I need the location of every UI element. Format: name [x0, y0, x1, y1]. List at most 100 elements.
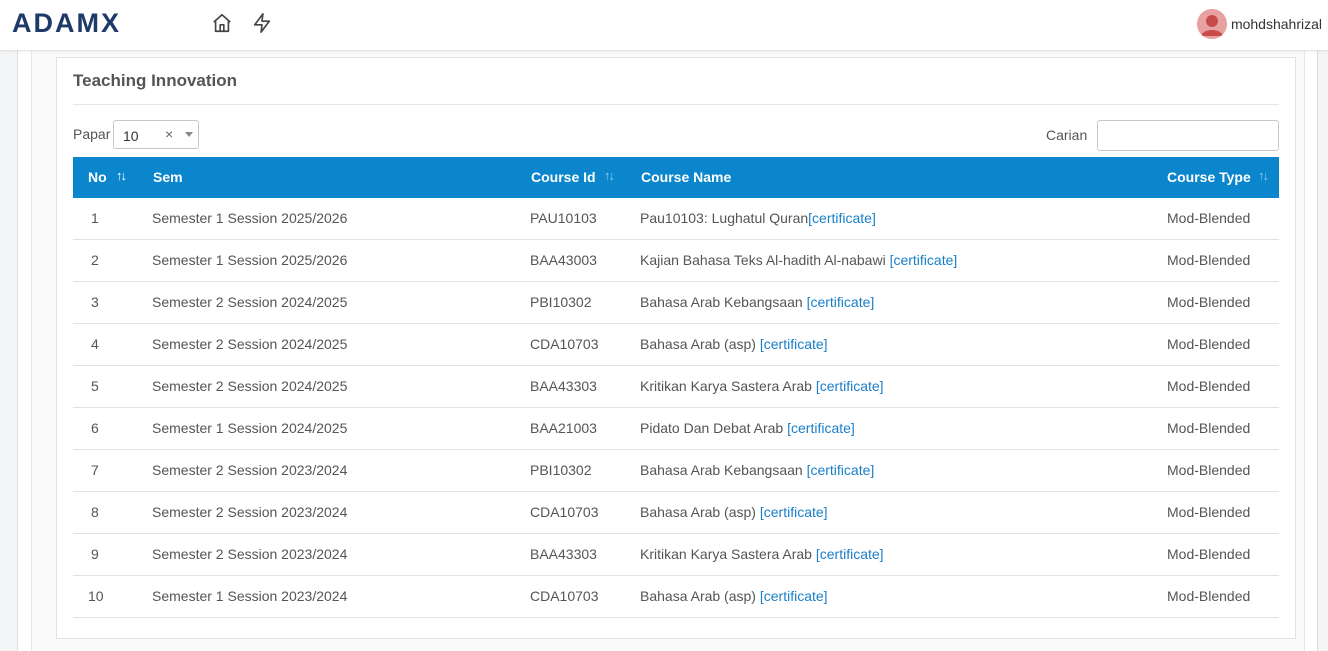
certificate-link[interactable]: [certificate]: [808, 210, 876, 226]
username: mohdshahrizal: [1230, 16, 1322, 32]
certificate-link[interactable]: [certificate]: [787, 420, 855, 436]
certificate-link[interactable]: [certificate]: [890, 252, 958, 268]
papar-label: Papar: [73, 126, 111, 142]
clear-icon[interactable]: ×: [165, 126, 173, 142]
cell-course-id: BAA43303: [515, 533, 625, 576]
cell-text: Semester 1 Session 2025/2026: [152, 210, 348, 226]
cell-course-id: CDA10703: [515, 323, 625, 366]
cell-text: Bahasa Arab (asp): [640, 588, 760, 604]
cell-text: Mod-Blended: [1167, 462, 1251, 478]
cell-text: PBI10302: [530, 462, 592, 478]
cell-text: Mod-Blended: [1167, 378, 1251, 394]
cell-course-name: Kritikan Karya Sastera Arab [certificate…: [625, 365, 1151, 408]
home-icon[interactable]: [211, 12, 233, 34]
cell-course-type: Mod-Blended: [1151, 533, 1279, 576]
cell-course-type: Mod-Blended: [1151, 239, 1279, 282]
cell-text: Semester 1 Session 2024/2025: [152, 420, 348, 436]
page-length-select[interactable]: 10 ×: [113, 120, 199, 149]
cell-course-id: BAA43003: [515, 239, 625, 282]
user-menu[interactable]: mohdshahrizal: [1196, 8, 1322, 40]
cell-text: 8: [91, 504, 99, 520]
cell-text: Semester 2 Session 2024/2025: [152, 336, 348, 352]
lightning-icon[interactable]: [251, 12, 273, 34]
cell-course-type: Mod-Blended: [1151, 323, 1279, 366]
cell-text: CDA10703: [530, 504, 599, 520]
col-header-course-type[interactable]: Course Type ↑↓: [1151, 157, 1279, 198]
cell-text: 10: [88, 588, 104, 604]
cell-text: Mod-Blended: [1167, 294, 1251, 310]
cell-course-name: Bahasa Arab (asp) [certificate]: [625, 575, 1151, 618]
cell-text: 6: [91, 420, 99, 436]
cell-text: Mod-Blended: [1167, 546, 1251, 562]
cell-course-name: Pau10103: Lughatul Quran[certificate]: [625, 198, 1151, 240]
cell-text: 3: [91, 294, 99, 310]
user-avatar-icon: [1196, 9, 1227, 39]
cell-course-id: PBI10302: [515, 281, 625, 324]
cell-text: 9: [91, 546, 99, 562]
cell-course-name: Kritikan Karya Sastera Arab [certificate…: [625, 533, 1151, 576]
cell-no: 8: [73, 491, 137, 534]
cell-course-type: Mod-Blended: [1151, 365, 1279, 408]
cell-course-type: Mod-Blended: [1151, 407, 1279, 450]
cell-course-type: Mod-Blended: [1151, 449, 1279, 492]
cell-sem: Semester 2 Session 2024/2025: [137, 365, 515, 408]
col-header-course-id[interactable]: Course Id ↑↓: [515, 157, 625, 198]
cell-text: 2: [91, 252, 99, 268]
certificate-link[interactable]: [certificate]: [760, 504, 828, 520]
sort-icon: ↑↓: [1258, 168, 1269, 183]
teaching-innovation-card: Teaching Innovation Papar 10 × Carian No…: [56, 57, 1296, 639]
teaching-innovation-table: No ↑↓ Sem Course Id ↑↓ Course Name Cours…: [73, 157, 1279, 618]
caret-down-icon[interactable]: [185, 132, 193, 137]
table-header-row: No ↑↓ Sem Course Id ↑↓ Course Name Cours…: [73, 157, 1279, 198]
cell-text: Pau10103: Lughatul Quran: [640, 210, 809, 226]
cell-no: 10: [73, 575, 137, 618]
cell-text: Semester 2 Session 2024/2025: [152, 378, 348, 394]
cell-no: 3: [73, 281, 137, 324]
col-header-sem[interactable]: Sem: [137, 157, 515, 198]
cell-course-name: Bahasa Arab (asp) [certificate]: [625, 491, 1151, 534]
cell-course-name: Bahasa Arab Kebangsaan [certificate]: [625, 281, 1151, 324]
cell-course-id: CDA10703: [515, 491, 625, 534]
table-row: 8 Semester 2 Session 2023/2024 CDA10703 Bah…: [73, 491, 1279, 534]
cell-course-type: Mod-Blended: [1151, 281, 1279, 324]
table-row: 6 Semester 1 Session 2024/2025 BAA21003 Pid…: [73, 407, 1279, 450]
certificate-link[interactable]: [certificate]: [807, 294, 875, 310]
cell-text: Mod-Blended: [1167, 210, 1251, 226]
certificate-link[interactable]: [certificate]: [807, 462, 875, 478]
cell-text: Semester 1 Session 2025/2026: [152, 252, 348, 268]
cell-text: Kritikan Karya Sastera Arab: [640, 546, 816, 562]
cell-text: PAU10103: [530, 210, 597, 226]
table-row: 4 Semester 2 Session 2024/2025 CDA10703 Bah…: [73, 323, 1279, 366]
cell-course-name: Pidato Dan Debat Arab [certificate]: [625, 407, 1151, 450]
cell-text: 1: [91, 210, 99, 226]
search-input[interactable]: [1097, 120, 1279, 151]
cell-sem: Semester 1 Session 2024/2025: [137, 407, 515, 450]
adamx-logo[interactable]: ADAMX: [12, 8, 190, 38]
cell-text: Mod-Blended: [1167, 504, 1251, 520]
certificate-link[interactable]: [certificate]: [816, 378, 884, 394]
top-navbar: ADAMX mohdshahrizal: [0, 0, 1328, 51]
cell-text: Bahasa Arab Kebangsaan: [640, 462, 807, 478]
cell-sem: Semester 2 Session 2024/2025: [137, 281, 515, 324]
cell-sem: Semester 2 Session 2024/2025: [137, 323, 515, 366]
table-row: 2 Semester 1 Session 2025/2026 BAA43003 Kaj…: [73, 239, 1279, 282]
cell-sem: Semester 1 Session 2025/2026: [137, 198, 515, 240]
cell-course-id: PAU10103: [515, 198, 625, 240]
col-header-course-name[interactable]: Course Name: [625, 157, 1151, 198]
cell-no: 2: [73, 239, 137, 282]
certificate-link[interactable]: [certificate]: [760, 336, 828, 352]
certificate-link[interactable]: [certificate]: [816, 546, 884, 562]
cell-text: 5: [91, 378, 99, 394]
logo-text: ADAMX: [12, 7, 121, 38]
cell-text: Semester 2 Session 2023/2024: [152, 546, 348, 562]
table-row: 1 Semester 1 Session 2025/2026 PAU10103 Pau…: [73, 198, 1279, 240]
cell-text: PBI10302: [530, 294, 592, 310]
certificate-link[interactable]: [certificate]: [760, 588, 828, 604]
cell-course-id: CDA10703: [515, 575, 625, 618]
col-header-no[interactable]: No ↑↓: [73, 157, 137, 198]
table-row: 10 Semester 1 Session 2023/2024 CDA10703 Ba…: [73, 575, 1279, 618]
cell-text: Bahasa Arab (asp): [640, 504, 760, 520]
cell-text: CDA10703: [530, 588, 599, 604]
cell-text: Mod-Blended: [1167, 252, 1251, 268]
table-row: 9 Semester 2 Session 2023/2024 BAA43303 Kri…: [73, 533, 1279, 576]
